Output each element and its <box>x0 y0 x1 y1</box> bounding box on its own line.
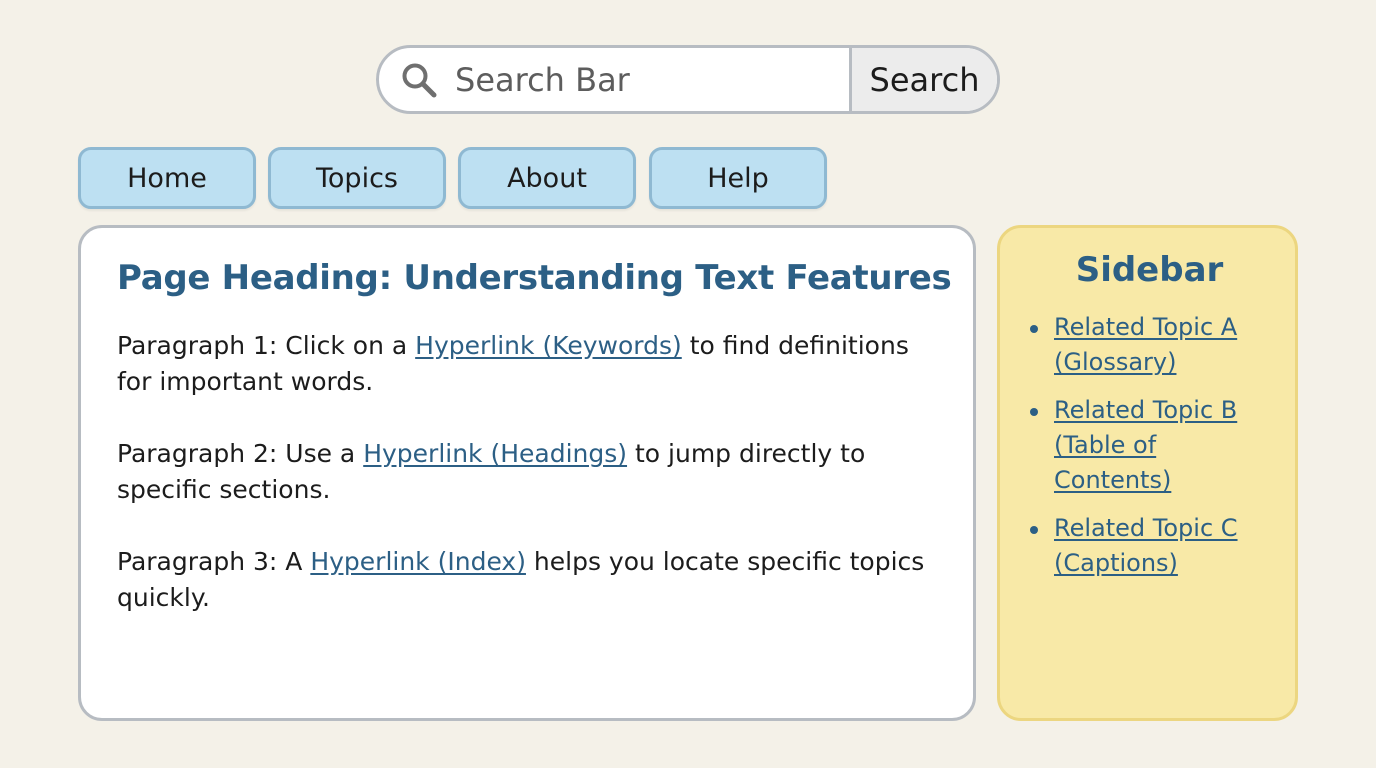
nav-topics-button[interactable]: Topics <box>268 147 446 209</box>
paragraph-2-text-before: Paragraph 2: Use a <box>117 439 364 468</box>
search-field[interactable] <box>379 48 849 111</box>
bullet-icon <box>1030 526 1038 534</box>
search-button[interactable]: Search <box>849 48 997 111</box>
sidebar: Sidebar Related Topic A (Glossary) Relat… <box>997 225 1298 721</box>
nav-home-button[interactable]: Home <box>78 147 256 209</box>
sidebar-list-item: Related Topic C (Captions) <box>1022 511 1277 581</box>
page-title: Page Heading: Understanding Text Feature… <box>117 258 952 298</box>
sidebar-link-list: Related Topic A (Glossary) Related Topic… <box>1022 310 1277 581</box>
nav-about-button[interactable]: About <box>458 147 636 209</box>
sidebar-link-related-topic-b[interactable]: Related Topic B (Table of Contents) <box>1054 393 1277 498</box>
search-input[interactable] <box>455 60 815 99</box>
sidebar-link-related-topic-a[interactable]: Related Topic A (Glossary) <box>1054 310 1277 380</box>
paragraph-2: Paragraph 2: Use a Hyperlink (Headings) … <box>117 436 937 508</box>
sidebar-list-item: Related Topic A (Glossary) <box>1022 310 1277 380</box>
sidebar-list-item: Related Topic B (Table of Contents) <box>1022 393 1277 498</box>
bullet-icon <box>1030 325 1038 333</box>
main-content-panel: Page Heading: Understanding Text Feature… <box>78 225 976 721</box>
paragraph-3: Paragraph 3: A Hyperlink (Index) helps y… <box>117 544 937 616</box>
nav-help-button[interactable]: Help <box>649 147 827 209</box>
paragraph-3-text-before: Paragraph 3: A <box>117 547 311 576</box>
bullet-icon <box>1030 408 1038 416</box>
search-icon <box>399 60 439 100</box>
sidebar-link-related-topic-c[interactable]: Related Topic C (Captions) <box>1054 511 1277 581</box>
hyperlink-headings[interactable]: Hyperlink (Headings) <box>363 439 627 468</box>
search-bar: Search <box>376 45 1000 114</box>
paragraph-1-text-before: Paragraph 1: Click on a <box>117 331 416 360</box>
paragraph-1: Paragraph 1: Click on a Hyperlink (Keywo… <box>117 328 937 400</box>
hyperlink-keywords[interactable]: Hyperlink (Keywords) <box>415 331 682 360</box>
sidebar-title: Sidebar <box>1075 250 1224 290</box>
hyperlink-index[interactable]: Hyperlink (Index) <box>310 547 526 576</box>
